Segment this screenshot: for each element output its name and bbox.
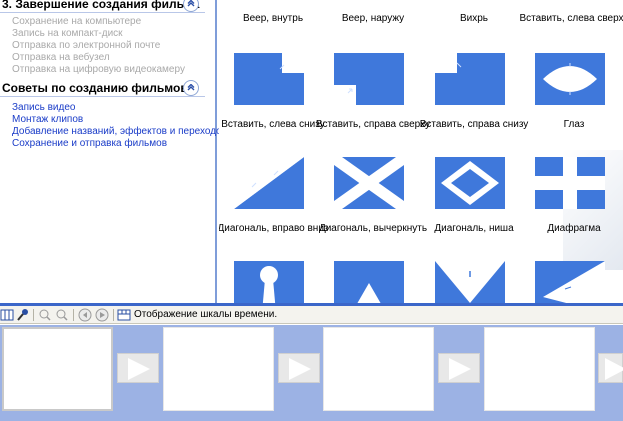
transitions-grid: Веер, внутрь Веер, наружу Вихрь Вставить… (219, 0, 623, 305)
insert-bottom-right-icon (435, 53, 505, 105)
task-save-computer[interactable]: Сохранение на компьютере (12, 16, 141, 28)
toolbar-divider (33, 309, 34, 321)
rewind-icon[interactable] (78, 308, 92, 322)
storyboard-clip-slot[interactable] (484, 327, 595, 411)
transition-label: Вставить, слева сверху (519, 13, 623, 24)
diagonal-down-right-icon (234, 157, 304, 209)
zoom-in-icon[interactable] (38, 308, 52, 322)
arrow-left-icon (535, 261, 605, 305)
link-add-titles[interactable]: Добавление названий, эффектов и переходо… (12, 126, 227, 138)
zoom-out-icon[interactable] (55, 308, 69, 322)
storyboard-clip-slot[interactable] (2, 327, 113, 411)
transition-label: Глаз (563, 119, 585, 130)
transition-slot[interactable] (278, 353, 320, 383)
section-title: Советы по созданию фильмов (2, 81, 188, 95)
play-icon[interactable] (95, 308, 109, 322)
section-title: 3. Завершение создания фильма (2, 0, 200, 11)
task-burn-cd[interactable]: Запись на компакт-диск (12, 28, 123, 40)
storyboard-clip-slot[interactable] (323, 327, 434, 411)
storyboard-clip-slot[interactable] (163, 327, 274, 411)
task-send-camera[interactable]: Отправка на цифровую видеокамеру (12, 64, 185, 76)
toolbar-divider (113, 309, 114, 321)
link-save-send[interactable]: Сохранение и отправка фильмов (12, 138, 167, 150)
transition-slot[interactable] (598, 353, 623, 383)
diagonal-box-icon (435, 157, 505, 209)
transition-slot[interactable] (438, 353, 480, 383)
narrate-icon[interactable] (16, 308, 30, 322)
transition-label: Диафрагма (547, 223, 601, 234)
iris-icon (535, 157, 605, 209)
eye-icon (535, 53, 605, 105)
timeline-view-icon[interactable] (117, 308, 131, 322)
section-divider (0, 12, 205, 13)
diagonal-cross-out-icon (334, 157, 404, 209)
transition-slot[interactable] (117, 353, 159, 383)
task-send-email[interactable]: Отправка по электронной почте (12, 40, 160, 52)
v-shape-icon (435, 261, 505, 305)
triangle-up-icon (334, 261, 404, 305)
section-divider (0, 96, 205, 97)
section-tips-header[interactable]: Советы по созданию фильмов (0, 80, 205, 97)
task-pane: 3. Завершение создания фильма Сохранение… (0, 0, 227, 305)
storyboard (0, 325, 623, 421)
storyboard-view-icon[interactable] (0, 308, 14, 322)
keyhole-icon (234, 261, 304, 305)
collapse-chevron-icon[interactable] (183, 80, 199, 96)
show-timeline-button[interactable]: Отображение шкалы времени. (134, 309, 277, 320)
insert-bottom-left-icon (234, 53, 304, 105)
link-edit-clips[interactable]: Монтаж клипов (12, 114, 83, 126)
storyboard-toolbar: Отображение шкалы времени. (0, 306, 623, 324)
task-send-web[interactable]: Отправка на вебузел (12, 52, 110, 64)
toolbar-divider (73, 309, 74, 321)
link-record-video[interactable]: Запись видео (12, 102, 75, 114)
section-finish-movie-header[interactable]: 3. Завершение создания фильма (0, 0, 205, 13)
insert-top-right-icon (334, 53, 404, 105)
